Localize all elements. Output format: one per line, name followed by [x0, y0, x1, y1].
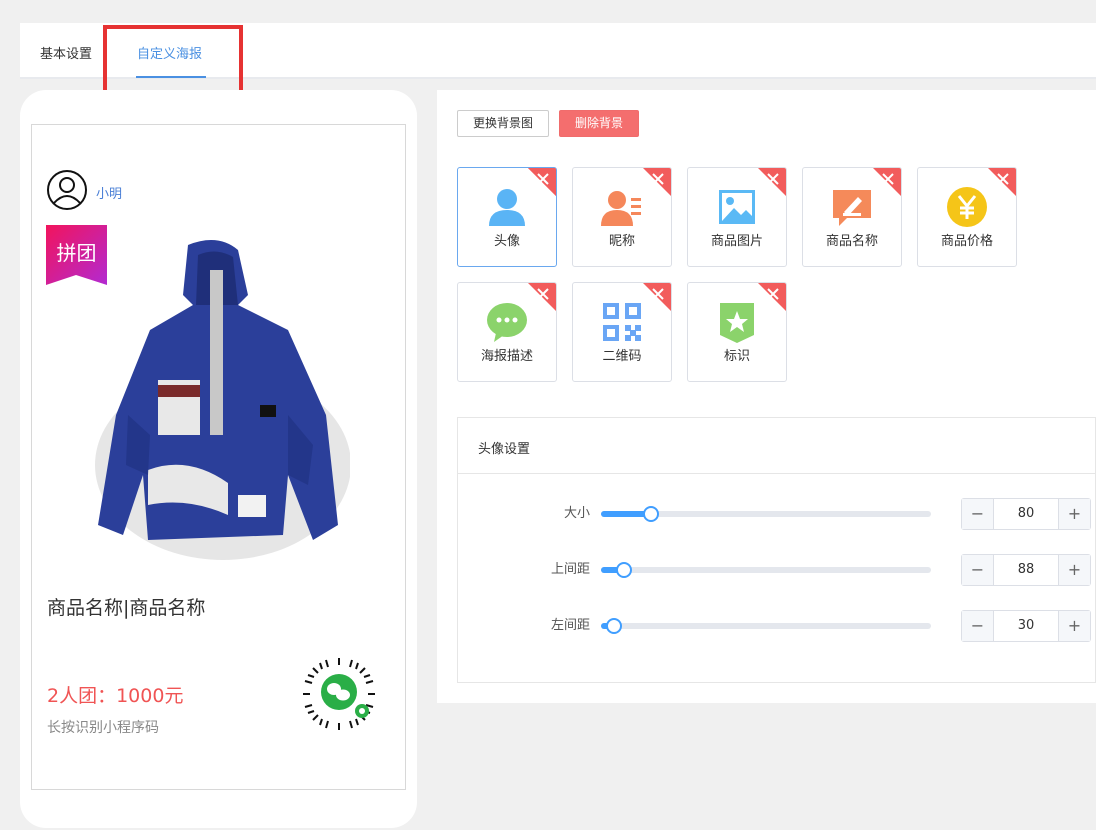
phone-preview: 小明 拼团 商品名称|商品名称 2人团：1000元 长按识别小程序码 [20, 90, 417, 828]
component-label: 商品名称 [825, 234, 878, 249]
tab-basic-settings[interactable]: 基本设置 [40, 43, 92, 62]
remove-component-icon[interactable] [642, 167, 672, 197]
delete-background-button[interactable]: 删除背景 [559, 110, 639, 137]
group-price[interactable]: 2人团：1000元 [47, 681, 183, 708]
avatar-icon [489, 189, 525, 226]
remove-component-icon[interactable] [987, 167, 1017, 197]
component-avatar[interactable]: 头像 [457, 167, 557, 267]
size-label: 大小 [563, 506, 590, 521]
left-margin-stepper[interactable]: − 30 + [961, 610, 1091, 642]
settings-title: 头像设置 [478, 442, 531, 457]
slider-handle[interactable] [616, 562, 632, 578]
config-panel: 更换背景图 删除背景 头像 昵称 商品图片 商品名称 商品价格 海报描述 二维码… [437, 90, 1096, 703]
remove-component-icon[interactable] [757, 282, 787, 312]
top-margin-label: 上间距 [550, 562, 590, 577]
component-poster-description[interactable]: 海报描述 [457, 282, 557, 382]
stepper-value[interactable]: 80 [994, 499, 1058, 529]
image-icon [719, 190, 755, 224]
yen-coin-icon [947, 187, 987, 227]
slider-handle[interactable] [606, 618, 622, 634]
component-label: 昵称 [608, 234, 635, 249]
decrement-button[interactable]: − [962, 555, 994, 585]
decrement-button[interactable]: − [962, 499, 994, 529]
avatar-settings: 头像设置 大小 − 80 + 上间距 − 88 + 左间距 − 30 + [457, 417, 1096, 683]
top-margin-stepper[interactable]: − 88 + [961, 554, 1091, 586]
component-nickname[interactable]: 昵称 [572, 167, 672, 267]
decrement-button[interactable]: − [962, 611, 994, 641]
divider [458, 473, 1096, 474]
highlight-frame [103, 25, 243, 98]
mini-program-code-icon[interactable] [300, 655, 378, 733]
top-margin-slider[interactable] [601, 562, 931, 578]
remove-component-icon[interactable] [872, 167, 902, 197]
increment-button[interactable]: + [1058, 555, 1090, 585]
left-margin-label: 左间距 [550, 618, 590, 633]
component-badge[interactable]: 标识 [687, 282, 787, 382]
component-label: 标识 [723, 349, 750, 364]
component-qr-code[interactable]: 二维码 [572, 282, 672, 382]
nickname-text[interactable]: 小明 [96, 183, 122, 202]
component-product-price[interactable]: 商品价格 [917, 167, 1017, 267]
poster-canvas: 小明 拼团 商品名称|商品名称 2人团：1000元 长按识别小程序码 [31, 124, 406, 790]
component-label: 二维码 [602, 349, 642, 364]
avatar-icon[interactable] [46, 169, 88, 211]
remove-component-icon[interactable] [642, 282, 672, 312]
left-margin-slider[interactable] [601, 618, 931, 634]
edit-icon [833, 190, 871, 226]
nickname-card-icon [601, 191, 641, 226]
increment-button[interactable]: + [1058, 611, 1090, 641]
product-name[interactable]: 商品名称|商品名称 [47, 593, 205, 620]
component-product-image[interactable]: 商品图片 [687, 167, 787, 267]
remove-component-icon[interactable] [757, 167, 787, 197]
component-label: 头像 [493, 234, 520, 249]
chat-bubble-icon [487, 303, 527, 342]
component-label: 海报描述 [480, 349, 533, 364]
remove-component-icon[interactable] [527, 167, 557, 197]
change-background-button[interactable]: 更换背景图 [457, 110, 549, 137]
star-tag-icon [720, 303, 754, 343]
slider-handle[interactable] [643, 506, 659, 522]
increment-button[interactable]: + [1058, 499, 1090, 529]
remove-component-icon[interactable] [527, 282, 557, 312]
stepper-value[interactable]: 88 [994, 555, 1058, 585]
size-slider[interactable] [601, 506, 931, 522]
product-image[interactable] [88, 235, 350, 563]
stepper-value[interactable]: 30 [994, 611, 1058, 641]
component-label: 商品图片 [710, 234, 763, 249]
qr-hint-text: 长按识别小程序码 [47, 720, 159, 736]
component-product-name[interactable]: 商品名称 [802, 167, 902, 267]
component-label: 商品价格 [940, 234, 993, 249]
qr-code-icon [603, 303, 641, 341]
size-stepper[interactable]: − 80 + [961, 498, 1091, 530]
